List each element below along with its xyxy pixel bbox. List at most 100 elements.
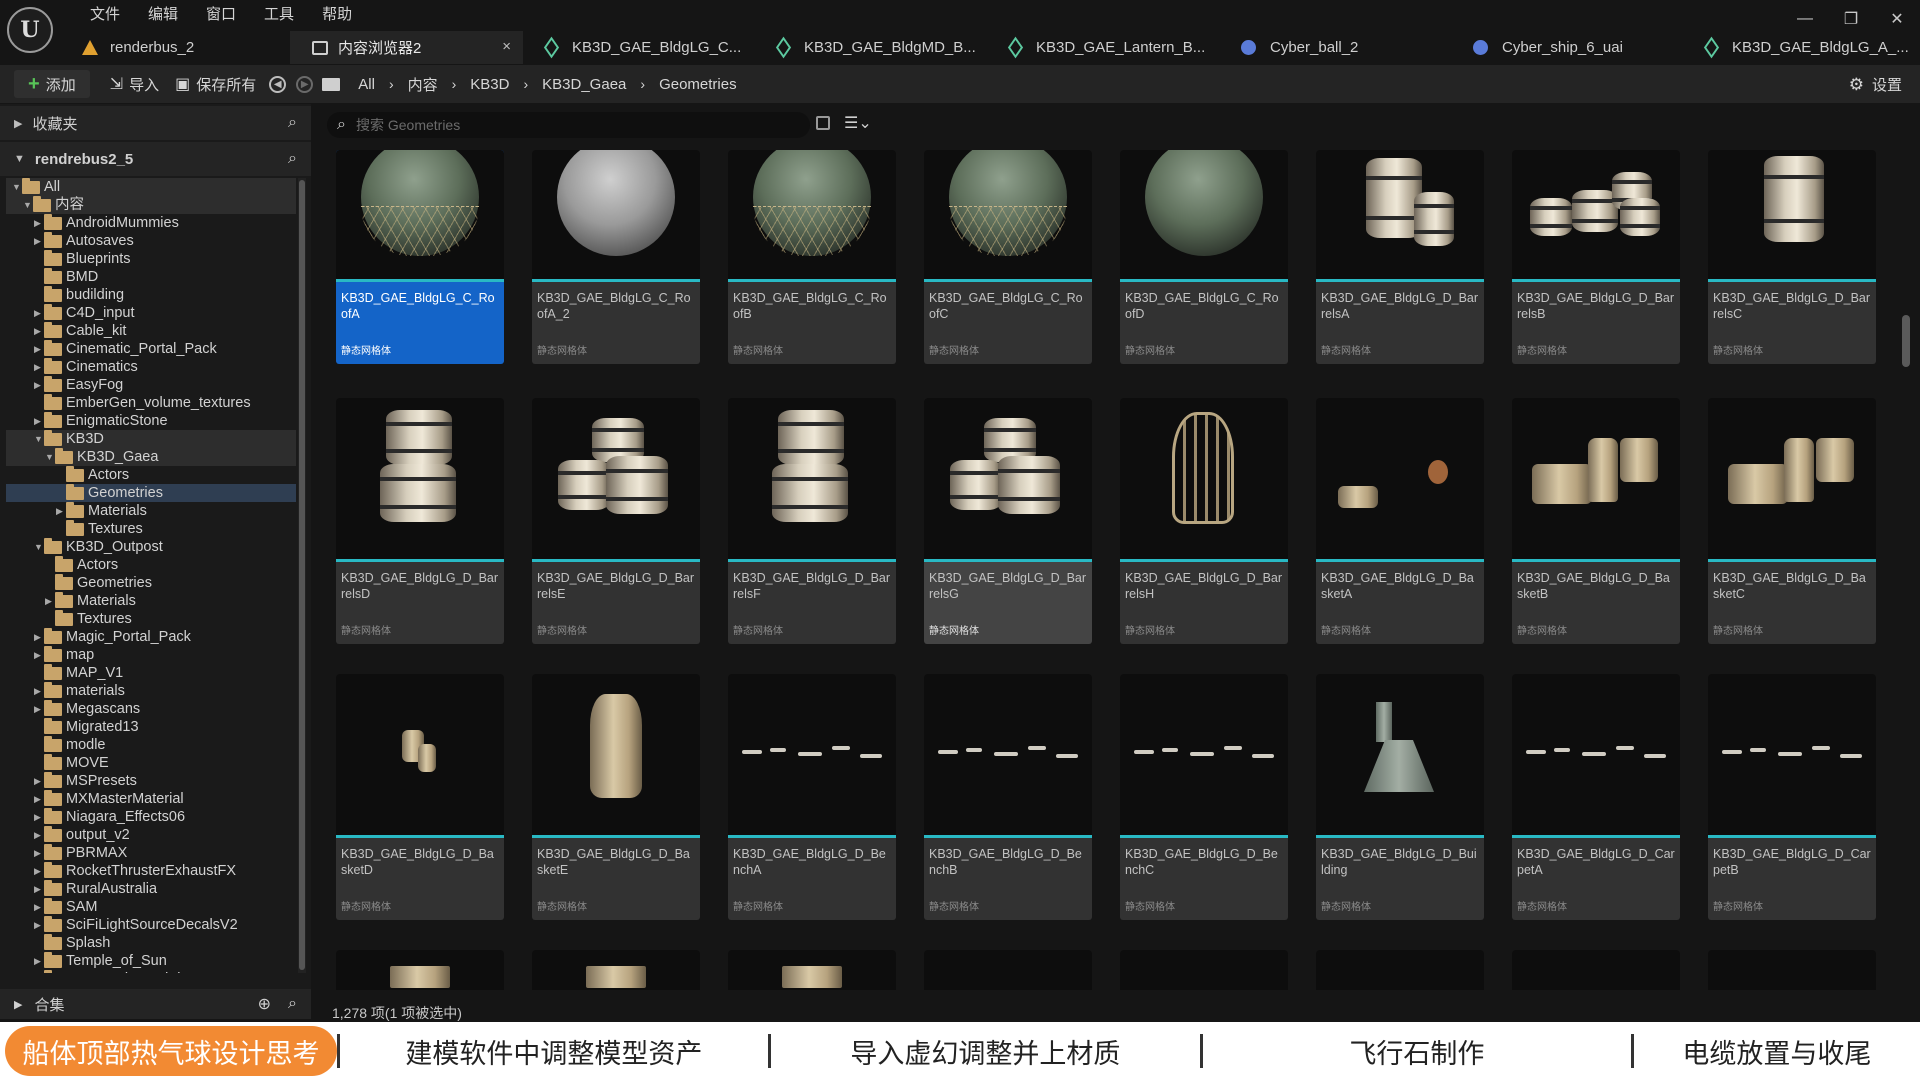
expand-arrow-icon[interactable]: ▶ [34, 628, 44, 646]
asset-tile[interactable]: KB3D_GAE_BldgLG_C_RoofA 静态网格体 [336, 150, 504, 364]
add-collection-icon[interactable]: ⊕ [258, 994, 271, 1014]
settings-button[interactable]: ⚙ 设置 [1849, 74, 1902, 95]
menu-item[interactable]: 文件 [76, 4, 134, 26]
expand-arrow-icon[interactable]: ▶ [34, 700, 44, 718]
history-back-icon[interactable]: ◀ [269, 75, 287, 93]
tree-folder-item[interactable]: ▶ VertexAnimatedFlags [6, 970, 296, 973]
add-button[interactable]: + 添加 [14, 70, 90, 98]
filter-icon[interactable]: ☰⌄ [844, 113, 872, 133]
tree-folder-item[interactable]: ▶ PBRMAX [6, 844, 296, 862]
expand-arrow-icon[interactable]: ▶ [34, 376, 44, 394]
tree-folder-item[interactable]: ▶ Autosaves [6, 232, 296, 250]
tree-folder-item[interactable]: ▶ MXMasterMaterial [6, 790, 296, 808]
tree-folder-item[interactable]: ▶ Megascans [6, 700, 296, 718]
import-button[interactable]: ⇲ 导入 [102, 70, 167, 98]
asset-tile[interactable] [1316, 950, 1484, 990]
tree-folder-item[interactable]: ▶ output_v2 [6, 826, 296, 844]
expand-arrow-icon[interactable]: ▶ [34, 844, 44, 862]
expand-arrow-icon[interactable]: ▶ [34, 772, 44, 790]
asset-tile[interactable]: KB3D_GAE_BldgLG_D_BasketB 静态网格体 [1512, 398, 1680, 644]
asset-tile[interactable] [1708, 950, 1876, 990]
expand-arrow-icon[interactable]: ▶ [34, 304, 44, 322]
tree-folder-item[interactable]: ▶ EasyFog [6, 376, 296, 394]
expand-arrow-icon[interactable]: ▶ [34, 682, 44, 700]
tree-folder-item[interactable]: ▶ Niagara_Effects06 [6, 808, 296, 826]
asset-tile[interactable]: KB3D_GAE_BldgLG_D_BasketD 静态网格体 [336, 674, 504, 920]
asset-tile[interactable] [728, 950, 896, 990]
tree-scrollbar[interactable] [298, 178, 306, 973]
tree-folder-item[interactable]: EmberGen_volume_textures [6, 394, 296, 412]
chapter-1[interactable]: 建模软件中调整模型资产 [340, 1026, 768, 1076]
tree-folder-item[interactable]: BMD [6, 268, 296, 286]
collapse-arrow-icon[interactable]: ▼ [45, 448, 55, 466]
tree-folder-item[interactable]: ▼ 内容 [6, 196, 296, 214]
expand-arrow-icon[interactable]: ▶ [34, 880, 44, 898]
tree-folder-item[interactable]: ▼ KB3D [6, 430, 296, 448]
tree-folder-item[interactable]: MAP_V1 [6, 664, 296, 682]
tree-folder-item[interactable]: ▶ MSPresets [6, 772, 296, 790]
tree-folder-item[interactable]: Textures [6, 610, 296, 628]
expand-arrow-icon[interactable]: ▶ [34, 232, 44, 250]
chevron-right-icon[interactable]: › [446, 76, 463, 92]
tab-0[interactable]: renderbus_2 [60, 31, 290, 64]
tab-6[interactable]: Cyber_ship_6_uai [1451, 31, 1683, 64]
asset-tile[interactable] [532, 950, 700, 990]
tree-folder-item[interactable]: Migrated13 [6, 718, 296, 736]
breadcrumb-item[interactable]: KB3D [462, 76, 517, 93]
asset-tile[interactable]: KB3D_GAE_BldgLG_D_BarrelsB 静态网格体 [1512, 150, 1680, 364]
tree-folder-item[interactable]: ▶ Cable_kit [6, 322, 296, 340]
expand-arrow-icon[interactable]: ▶ [34, 340, 44, 358]
expand-arrow-icon[interactable]: ▶ [34, 412, 44, 430]
favorites-header[interactable]: ▶ 收藏夹 ⌕ [0, 106, 311, 140]
asset-tile[interactable] [336, 950, 504, 990]
tree-folder-item[interactable]: Splash [6, 934, 296, 952]
expand-arrow-icon[interactable]: ▶ [34, 970, 44, 973]
expand-arrow-icon[interactable]: ▶ [34, 862, 44, 880]
expand-arrow-icon[interactable]: ▶ [34, 808, 44, 826]
tree-folder-item[interactable]: ▶ RocketThrusterExhaustFX [6, 862, 296, 880]
asset-tile[interactable]: KB3D_GAE_BldgLG_D_BasketE 静态网格体 [532, 674, 700, 920]
tree-folder-item[interactable]: Blueprints [6, 250, 296, 268]
asset-tile[interactable]: KB3D_GAE_BldgLG_D_BasketA 静态网格体 [1316, 398, 1484, 644]
asset-tile[interactable]: KB3D_GAE_BldgLG_C_RoofB 静态网格体 [728, 150, 896, 364]
tab-2[interactable]: KB3D_GAE_BldgLG_C... [523, 31, 755, 64]
tree-folder-item[interactable]: ▶ SAM [6, 898, 296, 916]
breadcrumb-item[interactable]: KB3D_Gaea [534, 76, 634, 93]
expand-arrow-icon[interactable]: ▶ [34, 952, 44, 970]
tree-folder-item[interactable]: ▶ materials [6, 682, 296, 700]
chapter-3[interactable]: 飞行石制作 [1203, 1026, 1631, 1076]
collapse-arrow-icon[interactable]: ▼ [34, 538, 44, 556]
collapse-arrow-icon[interactable]: ▼ [12, 178, 22, 196]
expand-arrow-icon[interactable]: ▶ [34, 214, 44, 232]
tree-folder-item[interactable]: ▶ Magic_Portal_Pack [6, 628, 296, 646]
tree-folder-item[interactable]: ▶ map [6, 646, 296, 664]
asset-tile[interactable]: KB3D_GAE_BldgLG_C_RoofC 静态网格体 [924, 150, 1092, 364]
expand-arrow-icon[interactable]: ▶ [34, 826, 44, 844]
tree-folder-item[interactable]: ▶ Materials [6, 502, 296, 520]
collapse-arrow-icon[interactable]: ▼ [23, 196, 33, 214]
asset-tile[interactable]: KB3D_GAE_BldgLG_D_BenchC 静态网格体 [1120, 674, 1288, 920]
tab-4[interactable]: KB3D_GAE_Lantern_B... [987, 31, 1219, 64]
close-tab-icon[interactable]: × [502, 38, 511, 55]
breadcrumb-item[interactable]: 内容 [400, 74, 446, 95]
asset-tile[interactable]: KB3D_GAE_BldgLG_D_Building 静态网格体 [1316, 674, 1484, 920]
search-icon[interactable]: ⌕ [288, 150, 297, 168]
collapse-arrow-icon[interactable]: ▼ [34, 430, 44, 448]
chapter-4[interactable]: 电缆放置与收尾 [1634, 1026, 1920, 1076]
tree-folder-item[interactable]: ▶ SciFiLightSourceDecalsV2 [6, 916, 296, 934]
tree-folder-item[interactable]: Actors [6, 466, 296, 484]
expand-arrow-icon[interactable]: ▶ [56, 502, 66, 520]
tree-folder-item[interactable]: MOVE [6, 754, 296, 772]
folder-icon[interactable] [318, 70, 344, 98]
search-icon[interactable]: ⌕ [288, 995, 297, 1013]
expand-arrow-icon[interactable]: ▶ [34, 322, 44, 340]
asset-tile[interactable]: KB3D_GAE_BldgLG_C_RoofA_2 静态网格体 [532, 150, 700, 364]
asset-tile[interactable] [924, 950, 1092, 990]
tree-folder-item[interactable]: ▶ RuralAustralia [6, 880, 296, 898]
expand-arrow-icon[interactable]: ▶ [34, 916, 44, 934]
tree-folder-item[interactable]: ▶ Temple_of_Sun [6, 952, 296, 970]
breadcrumb-item[interactable]: All [350, 76, 383, 93]
tree-folder-item[interactable]: ▶ Cinematic_Portal_Pack [6, 340, 296, 358]
tree-folder-item[interactable]: Actors [6, 556, 296, 574]
asset-tile[interactable]: KB3D_GAE_BldgLG_D_CarpetB 静态网格体 [1708, 674, 1876, 920]
